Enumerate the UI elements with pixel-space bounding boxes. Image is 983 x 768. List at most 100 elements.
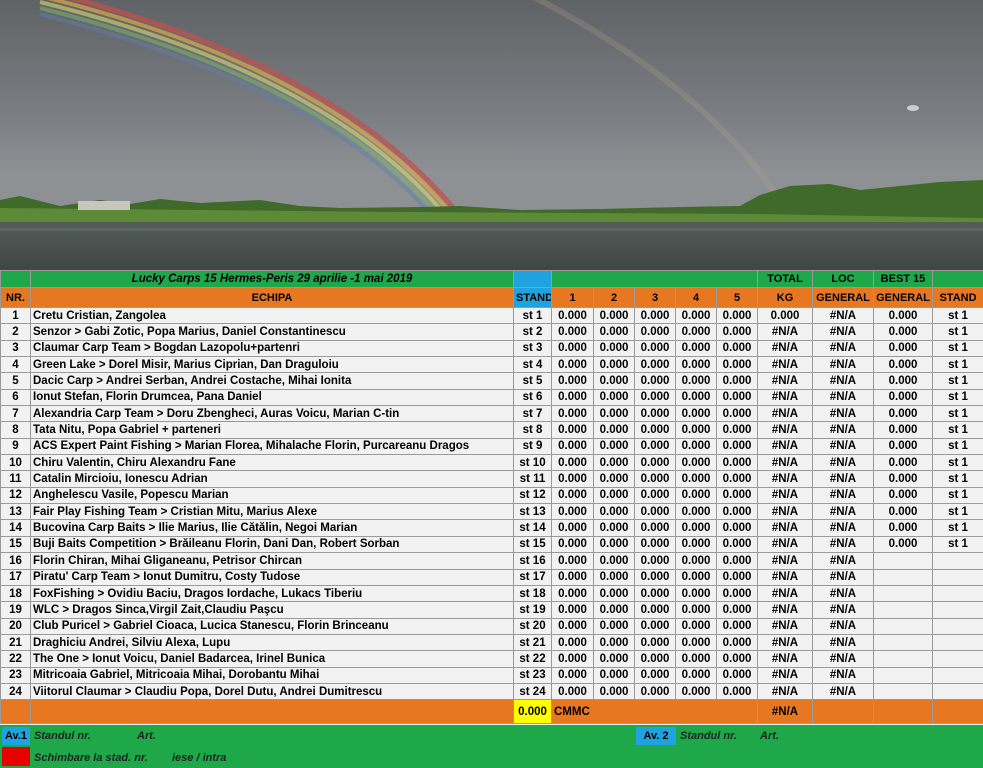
team-name[interactable]: Bucovina Carp Baits > Ilie Marius, Ilie …	[30, 519, 514, 537]
total-kg-value[interactable]: 0.000	[757, 306, 813, 325]
general-place-value[interactable]: #N/A	[812, 306, 874, 325]
table-row[interactable]: 14 Bucovina Carp Baits > Ilie Marius, Ili…	[0, 519, 983, 537]
total-kg-value[interactable]: #N/A	[757, 470, 813, 488]
stage-5-value[interactable]: 0.000	[716, 388, 758, 407]
stage-4-value[interactable]: 0.000	[675, 437, 717, 456]
stage-1-value[interactable]: 0.000	[551, 486, 594, 505]
best-general-value[interactable]	[873, 682, 933, 701]
stage-1-value[interactable]: 0.000	[551, 682, 594, 701]
table-row[interactable]: 24 Viitorul Claumar > Claudiu Popa, Dorel…	[0, 682, 983, 701]
best-general-value[interactable]: 0.000	[873, 388, 933, 407]
general-place-value[interactable]: #N/A	[812, 372, 874, 390]
table-row[interactable]: 1 Cretu Cristian, Zangolea st 1 0.000 0.000 0…	[0, 306, 983, 325]
table-row[interactable]: 15 Buji Baits Competition > Brăileanu Flo…	[0, 535, 983, 554]
table-row[interactable]: 21 Draghiciu Andrei, Silviu Alexa, Lupu st…	[0, 633, 983, 652]
general-place-value[interactable]: #N/A	[812, 470, 874, 488]
team-name[interactable]: Tata Nitu, Popa Gabriel + parteneri	[30, 421, 514, 439]
stage-1-value[interactable]: 0.000	[551, 666, 594, 684]
stage-1-value[interactable]: 0.000	[551, 339, 594, 358]
general-place-value[interactable]: #N/A	[812, 421, 874, 439]
team-name[interactable]: Alexandria Carp Team > Doru Zbengheci, A…	[30, 405, 514, 423]
best-general-value[interactable]: 0.000	[873, 486, 933, 505]
stage-5-value[interactable]: 0.000	[716, 437, 758, 456]
best-stand-value[interactable]: st 1	[932, 405, 983, 423]
total-kg-value[interactable]: #N/A	[757, 356, 813, 374]
best-stand-value[interactable]: st 1	[932, 437, 983, 456]
team-name[interactable]: Dacic Carp > Andrei Serban, Andrei Costa…	[30, 372, 514, 390]
row-number[interactable]: 17	[0, 568, 31, 586]
stage-4-value[interactable]: 0.000	[675, 486, 717, 505]
best-general-value[interactable]	[873, 617, 933, 635]
stand-cell[interactable]: st 20	[513, 617, 552, 635]
stage-1-value[interactable]: 0.000	[551, 421, 594, 439]
stage-2-value[interactable]: 0.000	[593, 666, 635, 684]
stage-4-value[interactable]: 0.000	[675, 633, 717, 652]
general-place-value[interactable]: #N/A	[812, 633, 874, 652]
general-place-value[interactable]: #N/A	[812, 405, 874, 423]
stage-3-value[interactable]: 0.000	[634, 666, 676, 684]
stage-2-value[interactable]: 0.000	[593, 323, 635, 341]
stage-2-value[interactable]: 0.000	[593, 388, 635, 407]
stand-cell[interactable]: st 1	[513, 306, 552, 325]
total-kg-value[interactable]: #N/A	[757, 405, 813, 423]
general-place-value[interactable]: #N/A	[812, 339, 874, 358]
stage-2-value[interactable]: 0.000	[593, 584, 635, 603]
stage-4-value[interactable]: 0.000	[675, 356, 717, 374]
team-name[interactable]: WLC > Dragos Sinca,Virgil Zait,Claudiu P…	[30, 601, 514, 619]
stage-2-value[interactable]: 0.000	[593, 356, 635, 374]
table-row[interactable]: 23 Mitricoaia Gabriel, Mitricoaia Mihai, …	[0, 666, 983, 684]
total-kg-value[interactable]: #N/A	[757, 601, 813, 619]
stand-cell[interactable]: st 23	[513, 666, 552, 684]
stage-4-value[interactable]: 0.000	[675, 470, 717, 488]
stage-3-value[interactable]: 0.000	[634, 470, 676, 488]
stage-5-value[interactable]: 0.000	[716, 421, 758, 439]
stand-cell[interactable]: st 5	[513, 372, 552, 390]
stage-2-value[interactable]: 0.000	[593, 339, 635, 358]
total-kg-value[interactable]: #N/A	[757, 682, 813, 701]
total-kg-value[interactable]: #N/A	[757, 503, 813, 521]
total-kg-value[interactable]: #N/A	[757, 650, 813, 668]
best-stand-value[interactable]	[932, 552, 983, 570]
team-name[interactable]: Green Lake > Dorel Misir, Marius Ciprian…	[30, 356, 514, 374]
stage-3-value[interactable]: 0.000	[634, 356, 676, 374]
general-place-value[interactable]: #N/A	[812, 568, 874, 586]
row-number[interactable]: 2	[0, 323, 31, 341]
stage-4-value[interactable]: 0.000	[675, 372, 717, 390]
team-name[interactable]: Fair Play Fishing Team > Cristian Mitu, …	[30, 503, 514, 521]
team-name[interactable]: ACS Expert Paint Fishing > Marian Florea…	[30, 437, 514, 456]
stage-1-value[interactable]: 0.000	[551, 617, 594, 635]
team-name[interactable]: Anghelescu Vasile, Popescu Marian	[30, 486, 514, 505]
stage-2-value[interactable]: 0.000	[593, 503, 635, 521]
stage-3-value[interactable]: 0.000	[634, 421, 676, 439]
stage-5-value[interactable]: 0.000	[716, 486, 758, 505]
stand-cell[interactable]: st 6	[513, 388, 552, 407]
general-place-value[interactable]: #N/A	[812, 388, 874, 407]
best-general-value[interactable]: 0.000	[873, 356, 933, 374]
table-row[interactable]: 22 The One > Ionut Voicu, Daniel Badarcea…	[0, 650, 983, 668]
stage-5-value[interactable]: 0.000	[716, 339, 758, 358]
stand-cell[interactable]: st 13	[513, 503, 552, 521]
row-number[interactable]: 11	[0, 470, 31, 488]
team-name[interactable]: Draghiciu Andrei, Silviu Alexa, Lupu	[30, 633, 514, 652]
stage-5-value[interactable]: 0.000	[716, 682, 758, 701]
table-row[interactable]: 5 Dacic Carp > Andrei Serban, Andrei Cost…	[0, 372, 983, 390]
stage-1-value[interactable]: 0.000	[551, 584, 594, 603]
stage-5-value[interactable]: 0.000	[716, 601, 758, 619]
stage-4-value[interactable]: 0.000	[675, 601, 717, 619]
stage-5-value[interactable]: 0.000	[716, 306, 758, 325]
team-name[interactable]: Piratu' Carp Team > Ionut Dumitru, Costy…	[30, 568, 514, 586]
best-stand-value[interactable]: st 1	[932, 339, 983, 358]
best-general-value[interactable]	[873, 601, 933, 619]
total-kg-value[interactable]: #N/A	[757, 568, 813, 586]
stage-2-value[interactable]: 0.000	[593, 682, 635, 701]
total-kg-value[interactable]: #N/A	[757, 437, 813, 456]
best-stand-value[interactable]	[932, 633, 983, 652]
stage-1-value[interactable]: 0.000	[551, 552, 594, 570]
total-kg-value[interactable]: #N/A	[757, 666, 813, 684]
stage-2-value[interactable]: 0.000	[593, 486, 635, 505]
summary-total-kg[interactable]: #N/A	[757, 699, 813, 725]
table-row[interactable]: 11 Catalin Mircioiu, Ionescu Adrian st 11 0…	[0, 470, 983, 488]
stage-5-value[interactable]: 0.000	[716, 356, 758, 374]
general-place-value[interactable]: #N/A	[812, 323, 874, 341]
best-general-value[interactable]: 0.000	[873, 306, 933, 325]
